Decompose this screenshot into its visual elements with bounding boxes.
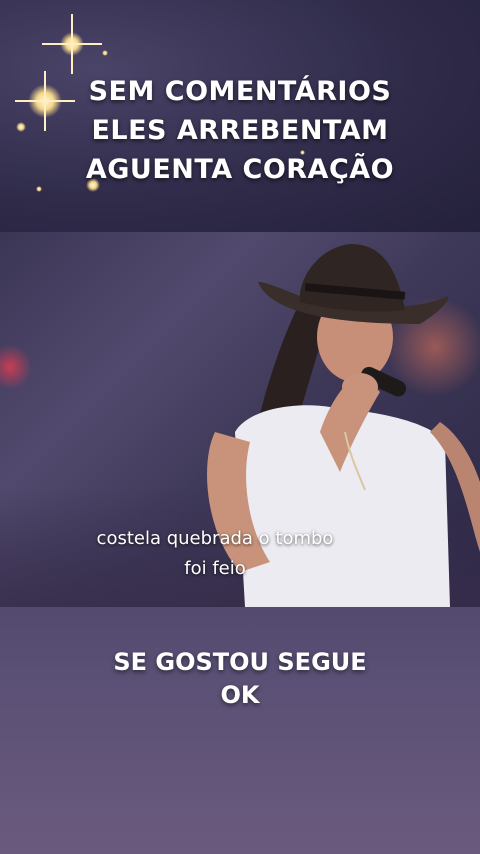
headline-line-3: AGUENTA CORAÇÃO [85,154,395,185]
follow-line-2: OK [220,681,260,709]
headline-line-1: SEM COMENTÁRIOS [88,76,392,107]
sparkle-icon [102,50,108,56]
follow-callout: SE GOSTOU SEGUE OK [0,646,480,712]
headline: SEM COMENTÁRIOS ELES ARREBENTAM AGUENTA … [0,72,480,189]
video-caption: costela quebrada o tombo foi feio [0,524,430,584]
caption-line-1: costela quebrada o tombo [96,528,334,549]
caption-line-2: foi feio [184,558,246,579]
follow-line-1: SE GOSTOU SEGUE [113,648,367,676]
headline-line-2: ELES ARREBENTAM [91,115,389,146]
sparkle-icon [42,14,102,74]
